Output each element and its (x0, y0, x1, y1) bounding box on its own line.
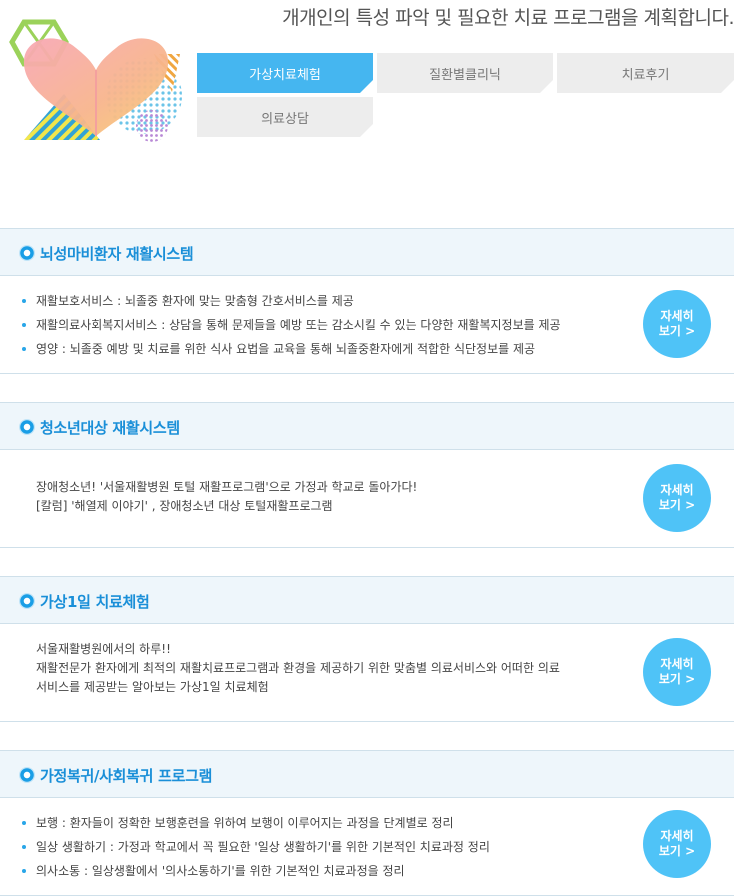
button-label-line2: 보기 > (658, 844, 696, 858)
tab-corner-fold (360, 80, 373, 93)
circle-bullet-icon (19, 767, 35, 783)
tab-label: 의료상담 (261, 111, 309, 127)
view-details-button[interactable]: 자세히 보기 > (643, 464, 711, 532)
tab-corner-fold (360, 124, 373, 137)
text-line: 서비스를 제공받는 알아보는 가상1일 치료체험 (36, 680, 269, 694)
list-item: 재활의료사회복지서비스 : 상담을 통해 문제들을 예방 또는 감소시킬 수 있… (22, 316, 561, 340)
list-item: 일상 생활하기 : 가정과 학교에서 꼭 필요한 '일상 생활하기'를 위한 기… (22, 838, 490, 862)
button-label-line1: 자세히 (660, 483, 694, 497)
section-title: 가상1일 치료체험 (40, 593, 150, 611)
circle-bullet-icon (19, 593, 35, 609)
button-label-line1: 자세히 (660, 309, 694, 323)
view-details-button[interactable]: 자세히 보기 > (643, 638, 711, 706)
section-title: 청소년대상 재활시스템 (40, 419, 180, 437)
section-title: 뇌성마비환자 재활시스템 (40, 245, 194, 263)
item-list: 보행 : 환자들이 정확한 보행훈련을 위하여 보행이 이루어지는 과정을 단계… (22, 814, 490, 886)
text-line: 재활전문가 환자에게 최적의 재활치료프로그램과 환경을 제공하기 위한 맞춤별… (36, 661, 560, 675)
section-title: 가정복귀/사회복귀 프로그램 (40, 767, 213, 785)
tab-virtual-treatment[interactable]: 가상치료체험 (197, 53, 373, 93)
text-line: [칼럼] '해열제 이야기' , 장애청소년 대상 토털재활프로그램 (36, 499, 333, 513)
section-header: 뇌성마비환자 재활시스템 (0, 228, 734, 276)
section-body: 보행 : 환자들이 정확한 보행훈련을 위하여 보행이 이루어지는 과정을 단계… (0, 798, 734, 896)
tab-disease-clinic[interactable]: 질환별클리닉 (377, 53, 553, 93)
view-details-button[interactable]: 자세히 보기 > (643, 290, 711, 358)
section-header: 가정복귀/사회복귀 프로그램 (0, 750, 734, 798)
text-line: 장애청소년! '서울재활병원 토털 재활프로그램'으로 가정과 학교로 돌아가다… (36, 480, 418, 494)
tab-treatment-reviews[interactable]: 치료후기 (557, 53, 734, 93)
item-list: 재활보호서비스 : 뇌졸중 환자에 맞는 맞춤형 간호서비스를 제공 재활의료사… (22, 292, 561, 364)
view-details-button[interactable]: 자세히 보기 > (643, 810, 711, 878)
circle-bullet-icon (19, 245, 35, 261)
tab-label: 치료후기 (621, 67, 670, 83)
section-body: 서울재활병원에서의 하루!! 재활전문가 환자에게 최적의 재활치료프로그램과 … (0, 624, 734, 722)
heart-illustration-icon (9, 19, 182, 142)
button-label-line1: 자세히 (660, 829, 694, 843)
text-lines: 장애청소년! '서울재활병원 토털 재활프로그램'으로 가정과 학교로 돌아가다… (36, 478, 417, 516)
button-label-line2: 보기 > (658, 672, 696, 686)
list-item: 보행 : 환자들이 정확한 보행훈련을 위하여 보행이 이루어지는 과정을 단계… (22, 814, 490, 838)
tab-medical-consult[interactable]: 의료상담 (197, 97, 373, 137)
list-item: 의사소통 : 일상생활에서 '의사소통하기'를 위한 기본적인 치료과정을 정리 (22, 862, 490, 886)
list-item: 영양 : 뇌졸중 예방 및 치료를 위한 식사 요법을 교육을 통해 뇌졸중환자… (22, 340, 561, 364)
text-line: 서울재활병원에서의 하루!! (36, 642, 171, 656)
section-header: 청소년대상 재활시스템 (0, 402, 734, 450)
circle-bullet-icon (19, 419, 35, 435)
section-header: 가상1일 치료체험 (0, 576, 734, 624)
section-body: 재활보호서비스 : 뇌졸중 환자에 맞는 맞춤형 간호서비스를 제공 재활의료사… (0, 276, 734, 374)
page-headline: 개개인의 특성 파악 및 필요한 치료 프로그램을 계획합니다. (282, 7, 734, 29)
tab-corner-fold (721, 80, 734, 93)
tab-corner-fold (540, 80, 553, 93)
section-body: 장애청소년! '서울재활병원 토털 재활프로그램'으로 가정과 학교로 돌아가다… (0, 450, 734, 548)
button-label-line2: 보기 > (658, 498, 696, 512)
button-label-line1: 자세히 (660, 657, 694, 671)
tab-label: 가상치료체험 (249, 67, 321, 83)
list-item: 재활보호서비스 : 뇌졸중 환자에 맞는 맞춤형 간호서비스를 제공 (22, 292, 561, 316)
button-label-line2: 보기 > (658, 324, 696, 338)
text-lines: 서울재활병원에서의 하루!! 재활전문가 환자에게 최적의 재활치료프로그램과 … (36, 640, 560, 697)
tab-label: 질환별클리닉 (429, 67, 501, 83)
